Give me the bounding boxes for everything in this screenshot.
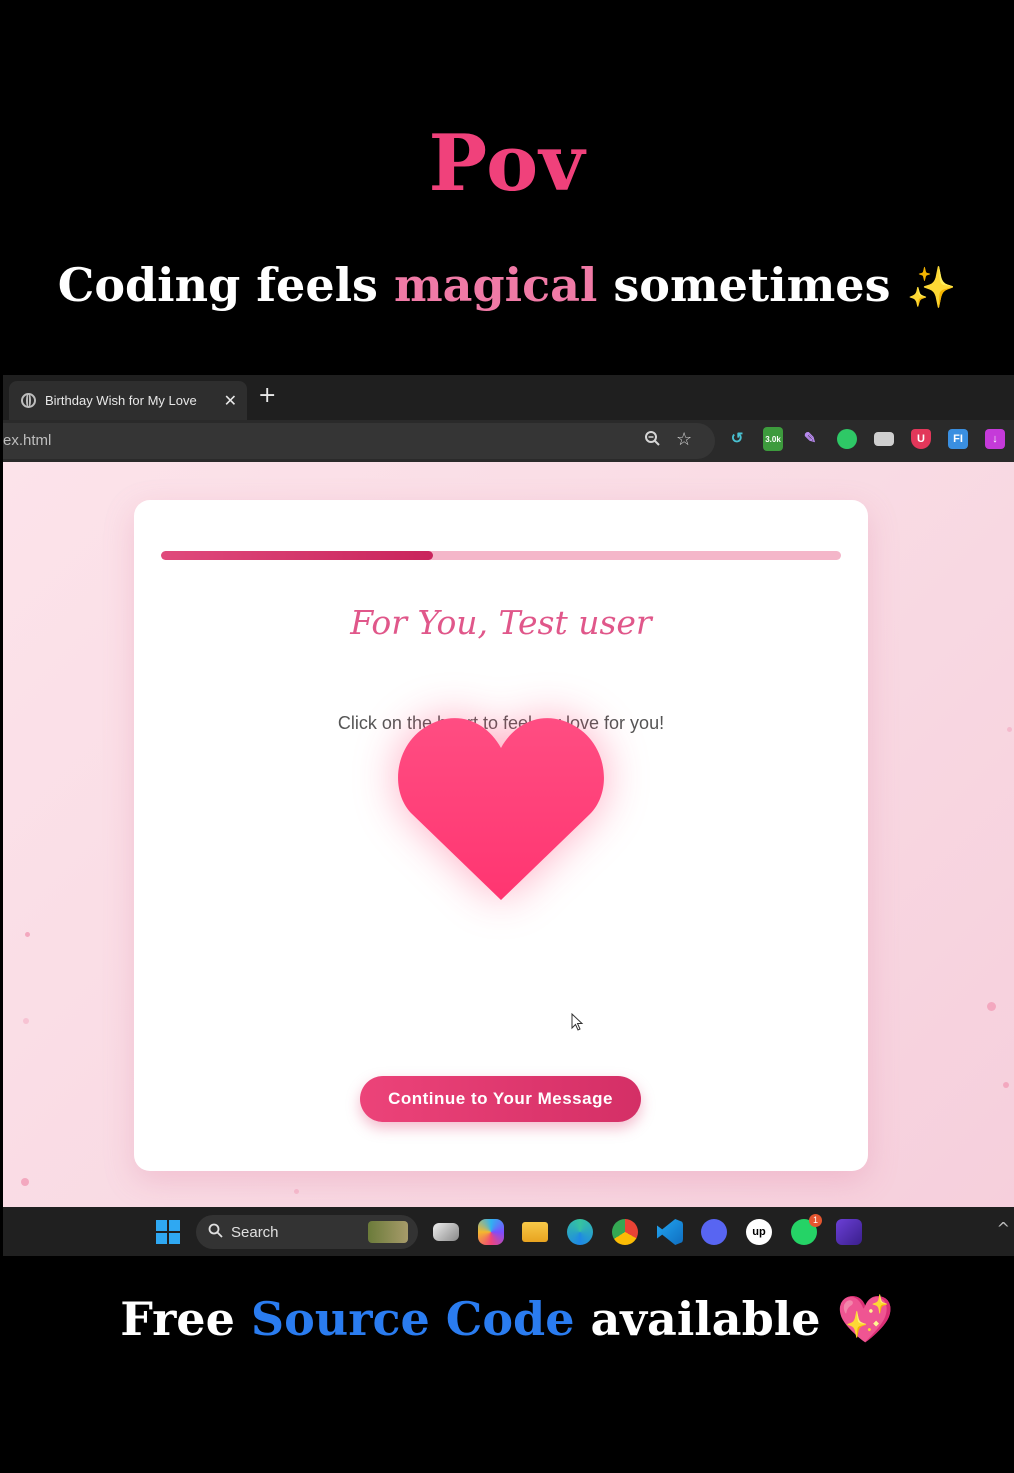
taskbar: Search up 1 ^ (3, 1207, 1014, 1256)
taskbar-search[interactable]: Search (196, 1215, 418, 1249)
address-bar: ex.html ☆ ↺ 3.0k ✎ U FI ↓ (3, 420, 1014, 462)
background-particle (1007, 727, 1012, 732)
background-particle (1003, 1082, 1009, 1088)
edge-icon[interactable] (567, 1219, 593, 1245)
search-icon (208, 1223, 223, 1242)
discord-icon[interactable] (701, 1219, 727, 1245)
search-placeholder: Search (231, 1223, 279, 1241)
caption-bottom-part1: Free (120, 1292, 235, 1346)
extension-feather-icon[interactable]: ✎ (800, 429, 820, 449)
caption-subtitle: Coding feels magical sometimes ✨ (0, 258, 1014, 312)
browser-tab-bar: Birthday Wish for My Love ✕ + (3, 375, 1014, 420)
caption-subtitle-highlight: magical (393, 258, 598, 312)
sparkle-emoji: ✨ (906, 264, 957, 311)
file-explorer-icon[interactable] (522, 1222, 548, 1242)
caption-bottom-part2: available (590, 1292, 821, 1346)
bookmark-star-icon[interactable]: ☆ (676, 429, 692, 450)
background-particle (21, 1178, 29, 1186)
whatsapp-badge: 1 (809, 1214, 822, 1227)
windows-start-icon[interactable] (156, 1220, 180, 1244)
progress-bar (161, 551, 841, 560)
url-text[interactable]: ex.html (3, 432, 51, 449)
globe-icon (21, 393, 36, 408)
caption-bottom-highlight: Source Code (250, 1292, 575, 1346)
heart-icon[interactable] (396, 708, 606, 903)
copilot-icon[interactable] (478, 1219, 504, 1245)
close-tab-icon[interactable]: ✕ (224, 391, 237, 410)
caption-subtitle-part2: sometimes (613, 258, 891, 312)
chrome-icon[interactable] (612, 1219, 638, 1245)
app-purple-icon[interactable] (836, 1219, 862, 1245)
extension-window-icon[interactable] (874, 432, 894, 446)
extension-download-icon[interactable]: ↓ (985, 429, 1005, 449)
caption-bottom: Free Source Code available 💖 (0, 1292, 1014, 1347)
extension-wave-icon[interactable]: ↺ (727, 429, 747, 449)
upwork-icon[interactable]: up (746, 1219, 772, 1245)
mouse-cursor-icon (571, 1013, 584, 1031)
extension-shield-icon[interactable]: U (911, 429, 931, 449)
background-particle (23, 1018, 29, 1024)
omnibox[interactable]: ex.html ☆ (3, 423, 715, 459)
extension-badge-text: 3.0k (765, 435, 781, 444)
browser-tab[interactable]: Birthday Wish for My Love ✕ (9, 381, 247, 420)
background-particle (25, 932, 30, 937)
new-tab-button[interactable]: + (258, 383, 276, 409)
caption-subtitle-part1: Coding feels (57, 258, 378, 312)
progress-fill (161, 551, 433, 560)
tab-title: Birthday Wish for My Love (45, 393, 197, 408)
background-particle (294, 1189, 299, 1194)
zoom-icon[interactable] (644, 430, 661, 452)
task-view-icon[interactable] (433, 1223, 459, 1241)
background-particle (987, 1002, 996, 1011)
continue-button[interactable]: Continue to Your Message (360, 1076, 641, 1122)
page-viewport: For You, Test user Click on the heart to… (3, 462, 1014, 1207)
message-card: For You, Test user Click on the heart to… (134, 500, 868, 1171)
caption-title: Pov (428, 118, 586, 209)
extension-green-icon[interactable] (837, 429, 857, 449)
sparkling-heart-emoji: 💖 (836, 1292, 894, 1346)
extension-counter-icon[interactable]: 3.0k (763, 427, 783, 451)
card-title: For You, Test user (350, 603, 652, 642)
chevron-up-icon[interactable]: ^ (997, 1219, 1010, 1238)
search-highlight-image (368, 1221, 408, 1243)
vscode-icon[interactable] (657, 1219, 683, 1245)
extension-fi-icon[interactable]: FI (948, 429, 968, 449)
